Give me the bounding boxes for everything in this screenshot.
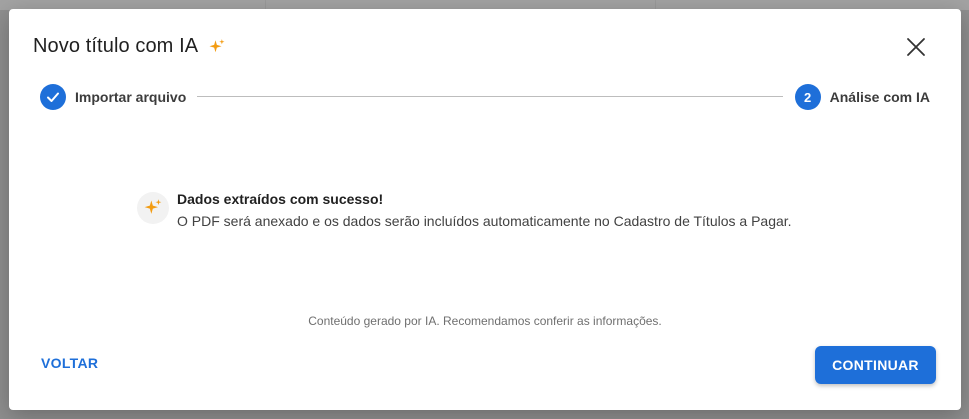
step-number: 2	[794, 84, 821, 110]
close-icon	[907, 38, 925, 56]
back-button[interactable]: VOLTAR	[41, 355, 98, 371]
result-description: O PDF será anexado e os dados serão incl…	[177, 213, 792, 229]
continue-button[interactable]: CONTINUAR	[815, 346, 936, 384]
step-label: Importar arquivo	[75, 89, 187, 105]
sparkle-icon	[209, 38, 225, 52]
result-message: Dados extraídos com sucesso! O PDF será …	[137, 191, 792, 229]
result-icon-container	[137, 192, 169, 224]
ai-disclaimer: Conteúdo gerado por IA. Recomendamos con…	[308, 314, 662, 328]
check-icon	[47, 92, 59, 102]
ai-title-dialog: Novo título com IA Importar arquivo 2 An…	[9, 9, 961, 410]
step-import-file: Importar arquivo	[40, 84, 186, 110]
step-completed-indicator	[40, 84, 66, 110]
dialog-header: Novo título com IA	[33, 35, 226, 58]
step-ai-analysis: 2 Análise com IA	[794, 84, 930, 110]
sparkle-icon	[144, 199, 162, 214]
close-button[interactable]	[905, 36, 927, 58]
result-title: Dados extraídos com sucesso!	[177, 191, 384, 207]
dialog-title: Novo título com IA	[33, 35, 199, 57]
result-text: Dados extraídos com sucesso! O PDF será …	[177, 191, 792, 229]
step-label: Análise com IA	[829, 89, 930, 105]
stepper: Importar arquivo 2 Análise com IA	[40, 84, 930, 110]
step-connector	[197, 96, 783, 97]
